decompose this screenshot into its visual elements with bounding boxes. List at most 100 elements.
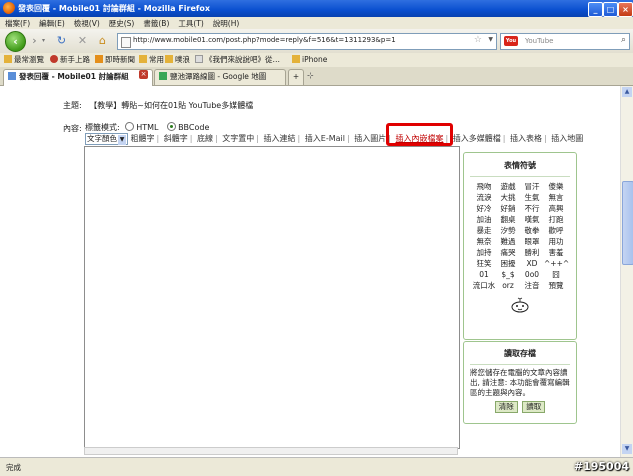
emoticon[interactable]: 暴走 [472,225,496,236]
emoticon[interactable]: 困擾 [496,258,520,269]
emoticon[interactable]: 注音 [520,280,544,291]
stop-icon[interactable]: ✕ [76,34,89,47]
emoticon[interactable]: 飛吻 [472,181,496,192]
emoticon[interactable]: 好銷 [496,203,520,214]
emoticon[interactable]: 無言 [544,192,568,203]
bookmark-plurk[interactable]: 噗浪 [165,55,190,65]
emoticon[interactable]: 無奈 [472,236,496,247]
insert-table-button[interactable]: 插入表格 [510,134,542,143]
center-text-button[interactable]: 文字置中 [222,134,254,143]
emoticon[interactable]: 囧 [544,269,568,280]
new-tab-button[interactable]: + [288,69,304,85]
emoticon[interactable]: 用功 [544,236,568,247]
emoticon[interactable]: 加持 [472,247,496,258]
load-button[interactable]: 讀取 [522,401,546,413]
menu-help[interactable]: 說明(H) [208,17,244,29]
emoticon[interactable]: 加油 [472,214,496,225]
menu-edit[interactable]: 編輯(E) [34,17,69,29]
bookmark-talk[interactable]: 《我們來說說吧》從… [195,55,280,65]
bookmark-star-icon[interactable]: ☆ [474,35,482,45]
menu-history[interactable]: 歷史(S) [104,17,139,29]
tab-post-reply[interactable]: 發表回覆 - Mobile01 討論群組 [3,69,153,86]
maximize-button[interactable]: □ [603,2,618,17]
menu-tools[interactable]: 工具(T) [173,17,207,29]
emoticon[interactable]: ^++^ [544,258,569,269]
emoticon[interactable]: 流淚 [472,192,496,203]
underline-button[interactable]: 底線 [197,134,213,143]
url-dropdown-icon[interactable]: ▼ [488,36,493,43]
clear-button[interactable]: 清除 [494,401,518,413]
menu-view[interactable]: 檢視(V) [69,17,104,29]
menu-bookmarks[interactable]: 書籤(B) [138,17,173,29]
emoticon[interactable]: 生氣 [520,192,544,203]
emoticon[interactable]: 歡呼 [544,225,568,236]
emoticon[interactable]: 傻樂 [544,181,568,192]
emoticon[interactable]: orz [496,280,520,291]
emoticon[interactable]: 嘆氣 [520,214,544,225]
bookmark-getting-started[interactable]: 新手上路 [50,55,90,65]
home-icon[interactable]: ⌂ [96,34,109,47]
menu-file[interactable]: 檔案(F) [0,17,34,29]
italic-button[interactable]: 斜體字 [164,134,188,143]
textarea-horizontal-scrollbar[interactable] [84,447,458,455]
emoticon[interactable]: 翻桌 [496,214,520,225]
emoticon[interactable]: 難過 [496,236,520,247]
youtube-engine-icon[interactable]: You [504,36,518,46]
html-radio[interactable] [125,122,135,131]
search-icon[interactable]: ⌕ [621,35,626,45]
bookmark-iphone[interactable]: iPhone [292,55,327,65]
emoticon[interactable]: 01 [472,269,496,280]
back-icon[interactable]: ‹ [5,31,26,52]
emoticon[interactable]: 高興 [544,203,568,214]
emoticon[interactable]: XD [520,258,544,269]
page-icon [195,55,203,63]
load-draft-description: 將您儲存在電腦的文章內容讀出, 請注意: 本功能會覆寫編輯區的主題與內容。 [470,368,570,397]
emoticon-panel-title: 表情符號 [504,161,536,170]
bookmark-common[interactable]: 常用 [139,55,164,65]
scroll-thumb[interactable] [622,181,633,265]
insert-email-button[interactable]: 插入E-Mail [305,134,345,143]
emoticon[interactable]: 流口水 [472,280,496,291]
vertical-scrollbar[interactable]: ▲ ▼ [620,86,633,457]
insert-link-button[interactable]: 插入連結 [264,134,296,143]
emoticon-preview-link[interactable]: 預覽 [544,280,568,291]
status-bar: 完成 #195004 [0,457,633,476]
emoticon[interactable]: 汐勢 [496,225,520,236]
content-textarea[interactable] [84,146,460,449]
search-box[interactable]: You YouTube ⌕ [500,33,630,50]
emoticon[interactable]: 遊戲 [496,181,520,192]
emoticon[interactable]: 大挑 [496,192,520,203]
scroll-down-icon[interactable]: ▼ [622,444,632,454]
emoticon[interactable]: 冒汗 [520,181,544,192]
bbcode-radio[interactable] [167,122,177,131]
insert-media-button[interactable]: 插入多媒體檔 [453,134,501,143]
emoticon[interactable]: 狂笑 [472,258,496,269]
bold-button[interactable]: 粗體字 [131,134,155,143]
history-dropdown-icon[interactable]: ▾ [37,34,50,47]
bookmark-most-visited[interactable]: 最常瀏覽 [4,55,44,65]
text-color-select[interactable]: 文字顏色 ▼ [85,133,128,145]
emoticon[interactable]: 敬拳 [520,225,544,236]
close-window-button[interactable]: × [618,2,633,17]
emoticon[interactable]: 害羞 [544,247,568,258]
emoticon[interactable]: 勝利 [520,247,544,258]
html-option-label: HTML [136,123,159,132]
scroll-up-icon[interactable]: ▲ [622,87,632,97]
bookmark-news[interactable]: 即時新聞 [95,55,135,65]
minimize-button[interactable]: _ [588,2,603,17]
emoticon[interactable]: 痛哭 [496,247,520,258]
close-tab-icon[interactable]: × [139,70,148,79]
page-icon [121,37,131,48]
emoticon[interactable]: 不行 [520,203,544,214]
reload-icon[interactable]: ↻ [55,34,68,47]
emoticon[interactable]: 0o0 [520,269,544,280]
address-bar[interactable]: http://www.mobile01.com/post.php?mode=re… [117,33,497,50]
emoticon[interactable]: $_$ [496,269,520,280]
emoticon[interactable]: 好冷 [472,203,496,214]
tab-list-icon[interactable]: ⊹ [307,71,314,80]
insert-map-button[interactable]: 插入地圖 [551,134,583,143]
emoticon[interactable]: 眼罩 [520,236,544,247]
tab-google-maps[interactable]: 鹽池潭路線圖 - Google 地圖 [154,69,286,85]
emoticon[interactable]: 打跑 [544,214,568,225]
insert-image-button[interactable]: 插入圖片 [354,134,386,143]
